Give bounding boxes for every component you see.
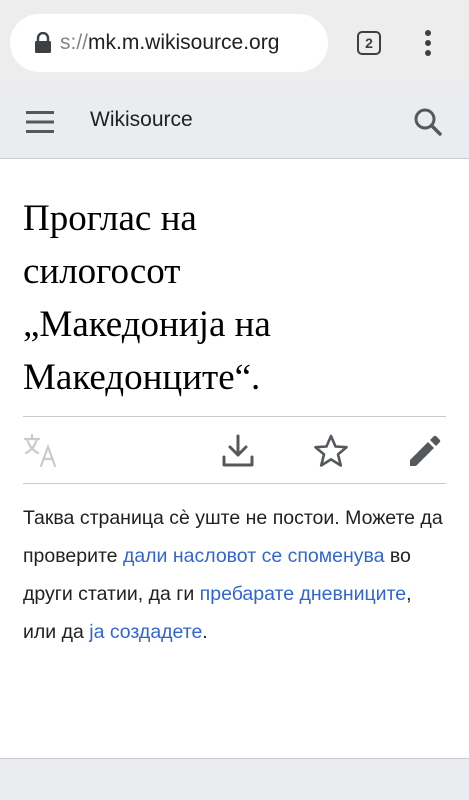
site-header: Wikisource	[0, 86, 469, 159]
search-icon[interactable]	[412, 106, 444, 138]
language-icon[interactable]	[23, 433, 59, 469]
edit-pencil-icon[interactable]	[407, 433, 443, 469]
url-text[interactable]: s://mk.m.wikisource.org	[60, 31, 322, 55]
tab-switcher-button[interactable]: 2	[357, 31, 381, 55]
url-host: mk.m.wikisource.org	[88, 31, 280, 54]
create-page-link[interactable]: ја создадете	[89, 621, 202, 643]
address-bar[interactable]: s://mk.m.wikisource.org	[10, 14, 328, 72]
browser-toolbar: s://mk.m.wikisource.org 2	[0, 0, 469, 86]
lock-icon	[35, 32, 51, 53]
site-title[interactable]: Wikisource	[90, 108, 193, 132]
url-scheme: s://	[60, 31, 89, 54]
page-actions-bar	[23, 416, 446, 484]
tab-count-label: 2	[365, 35, 373, 51]
title-line: Македонците“.	[23, 357, 261, 398]
title-line: Проглас на	[23, 198, 197, 239]
page-title: Проглас на силогосот „Македонија на Маке…	[23, 192, 443, 404]
whatlinkshere-link[interactable]: дали насловот се споменува	[123, 545, 385, 567]
watch-star-icon[interactable]	[313, 433, 349, 469]
missing-page-notice: Таква страница сѐ уште не постои. Можете…	[23, 499, 449, 651]
footer	[0, 758, 469, 800]
hamburger-menu-icon[interactable]	[24, 108, 56, 136]
notice-text: .	[202, 621, 208, 643]
download-icon[interactable]	[220, 433, 256, 469]
search-logs-link[interactable]: пребарате дневниците	[200, 583, 406, 605]
more-options-icon[interactable]	[416, 28, 440, 58]
title-line: „Македонија на	[23, 304, 271, 345]
title-line: силогосот	[23, 251, 181, 292]
